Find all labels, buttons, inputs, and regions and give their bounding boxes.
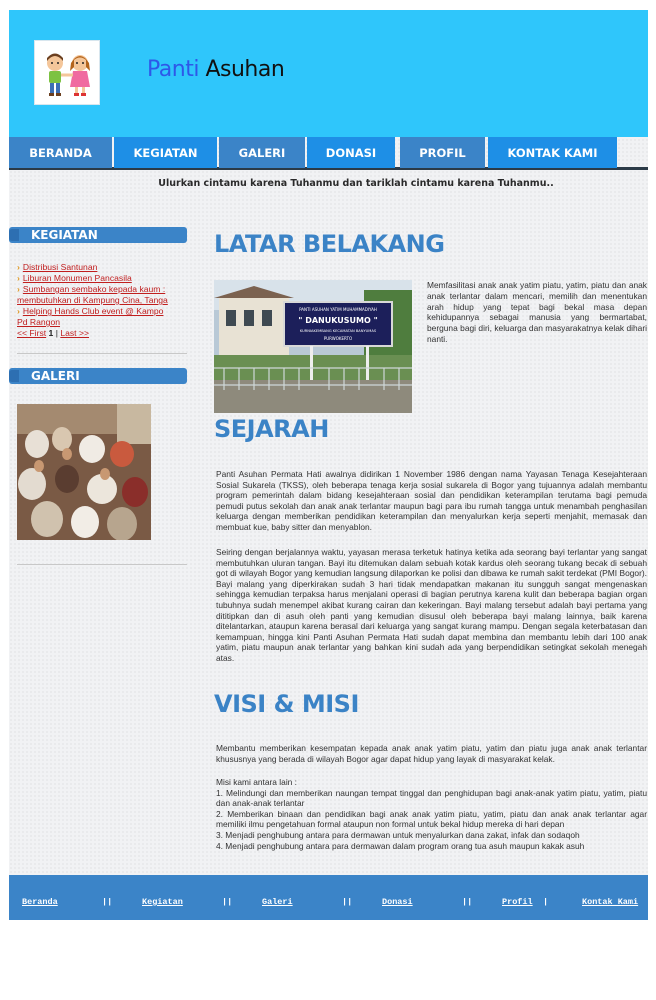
sign-line1: PANTI ASUHAN YATIM MUHAMMADIYAH <box>299 307 377 312</box>
footer-link-kegiatan[interactable]: Kegiatan <box>142 897 183 907</box>
kegiatan-link[interactable]: Liburan Monumen Pancasila <box>23 273 132 283</box>
site-title-part1: Panti <box>147 57 199 82</box>
pager-separator: | <box>55 328 58 338</box>
main-nav: BERANDA KEGIATAN GALERI DONASI PROFIL KO… <box>9 137 648 170</box>
sign-line3: KURNIAKEMBANG KECAMATAN BANYUMAS <box>300 329 377 333</box>
misi-intro: Misi kami antara lain : <box>216 777 297 787</box>
kegiatan-link[interactable]: Helping Hands Club event @ Kampo <box>23 306 164 316</box>
nav-donasi[interactable]: DONASI <box>307 137 395 168</box>
sejarah-paragraph-1: Panti Asuhan Permata Hati awalnya didiri… <box>216 469 647 532</box>
section-title-latar: LATAR BELAKANG <box>214 230 445 258</box>
bullet-icon: › <box>17 262 20 272</box>
misi-item: 3. Menjadi penghubung antara para dermaw… <box>216 829 580 840</box>
footer-link-galeri[interactable]: Galeri <box>262 897 293 907</box>
tagline: Ulurkan cintamu karena Tuhanmu dan tarik… <box>158 178 554 189</box>
footer-separator: || <box>102 897 113 907</box>
sign-line4: PURWOKERTO <box>324 336 352 341</box>
footer-separator: | <box>543 897 549 907</box>
footer-link-profil[interactable]: Profil <box>502 897 533 907</box>
sidebar-divider <box>17 353 187 354</box>
page-wrapper: Panti Asuhan BERANDA KEGIATAN GALERI DON… <box>9 10 648 920</box>
footer-separator: || <box>342 897 353 907</box>
sign-line2: " DANUKUSUMO " <box>298 316 378 325</box>
sidebar-kegiatan-heading: KEGIATAN <box>9 227 187 243</box>
page: Panti Asuhan BERANDA KEGIATAN GALERI DON… <box>0 0 656 1000</box>
bullet-icon: › <box>17 273 20 283</box>
footer-link-beranda[interactable]: Beranda <box>22 897 58 907</box>
kids-logo-icon[interactable] <box>34 40 100 105</box>
list-item[interactable]: › Liburan Monumen Pancasila <box>17 273 179 284</box>
nav-kegiatan[interactable]: KEGIATAN <box>114 137 217 168</box>
footer-link-kontak-kami[interactable]: Kontak Kami <box>582 897 638 907</box>
site-title: Panti Asuhan <box>147 57 285 82</box>
galeri-photo[interactable] <box>17 404 151 540</box>
nav-kontak-kami[interactable]: KONTAK KAMI <box>488 137 617 168</box>
latar-text: Memfasilitasi anak anak yatim piatu, yat… <box>427 280 647 344</box>
bullet-icon: › <box>17 306 20 316</box>
pager-last-link[interactable]: Last >> <box>60 328 89 338</box>
sidebar-divider <box>17 564 187 565</box>
list-item[interactable]: › Helping Hands Club event @ Kampo <box>17 306 179 317</box>
site-header: Panti Asuhan <box>9 10 648 137</box>
sejarah-paragraph-2: Seiring dengan berjalannya waktu, yayasa… <box>216 547 647 663</box>
site-title-part2: Asuhan <box>205 57 285 82</box>
nav-galeri[interactable]: GALERI <box>219 137 305 168</box>
nav-profil[interactable]: PROFIL <box>400 137 485 168</box>
kegiatan-list: › Distribusi Santunan › Liburan Monumen Pa… <box>17 262 179 339</box>
kegiatan-link[interactable]: Pd Rangon <box>17 317 60 327</box>
nav-beranda[interactable]: BERANDA <box>9 137 112 168</box>
section-title-sejarah: SEJARAH <box>214 415 329 443</box>
list-item[interactable]: Pd Rangon <box>17 317 179 328</box>
kegiatan-link[interactable]: Sumbangan sembako kepada kaum : <box>23 284 165 294</box>
section-title-visi-misi: VISI & MISI <box>214 690 359 718</box>
misi-item: 4. Menjadi penghubung antara para dermaw… <box>216 840 585 851</box>
pager: << First 1 | Last >> <box>17 328 179 339</box>
list-item[interactable]: › Sumbangan sembako kepada kaum : <box>17 284 179 295</box>
kegiatan-link[interactable]: Distribusi Santunan <box>23 262 98 272</box>
sidebar-galeri-heading: GALERI <box>9 368 187 384</box>
panti-building-photo[interactable]: PANTI ASUHAN YATIM MUHAMMADIYAH " DANUKU… <box>214 280 412 413</box>
kegiatan-link[interactable]: membutuhkan di Kampung Cina, Tanga <box>17 295 168 305</box>
visi-paragraph: Membantu memberikan kesempatan kepada an… <box>216 743 647 764</box>
bullet-icon: › <box>17 284 20 294</box>
misi-item: 2. Memberikan binaan dan pendidikan bagi… <box>216 808 647 830</box>
pager-first-link[interactable]: << First <box>17 328 46 338</box>
list-item[interactable]: › Distribusi Santunan <box>17 262 179 273</box>
footer-separator: || <box>222 897 233 907</box>
misi-item: 1. Melindungi dan memberikan naungan tem… <box>216 787 647 809</box>
misi-list: Misi kami antara lain : 1. Melindungi da… <box>216 777 647 851</box>
pager-current: 1 <box>48 328 54 338</box>
list-item[interactable]: membutuhkan di Kampung Cina, Tanga <box>17 295 179 306</box>
footer-separator: || <box>462 897 473 907</box>
footer-link-donasi[interactable]: Donasi <box>382 897 413 907</box>
